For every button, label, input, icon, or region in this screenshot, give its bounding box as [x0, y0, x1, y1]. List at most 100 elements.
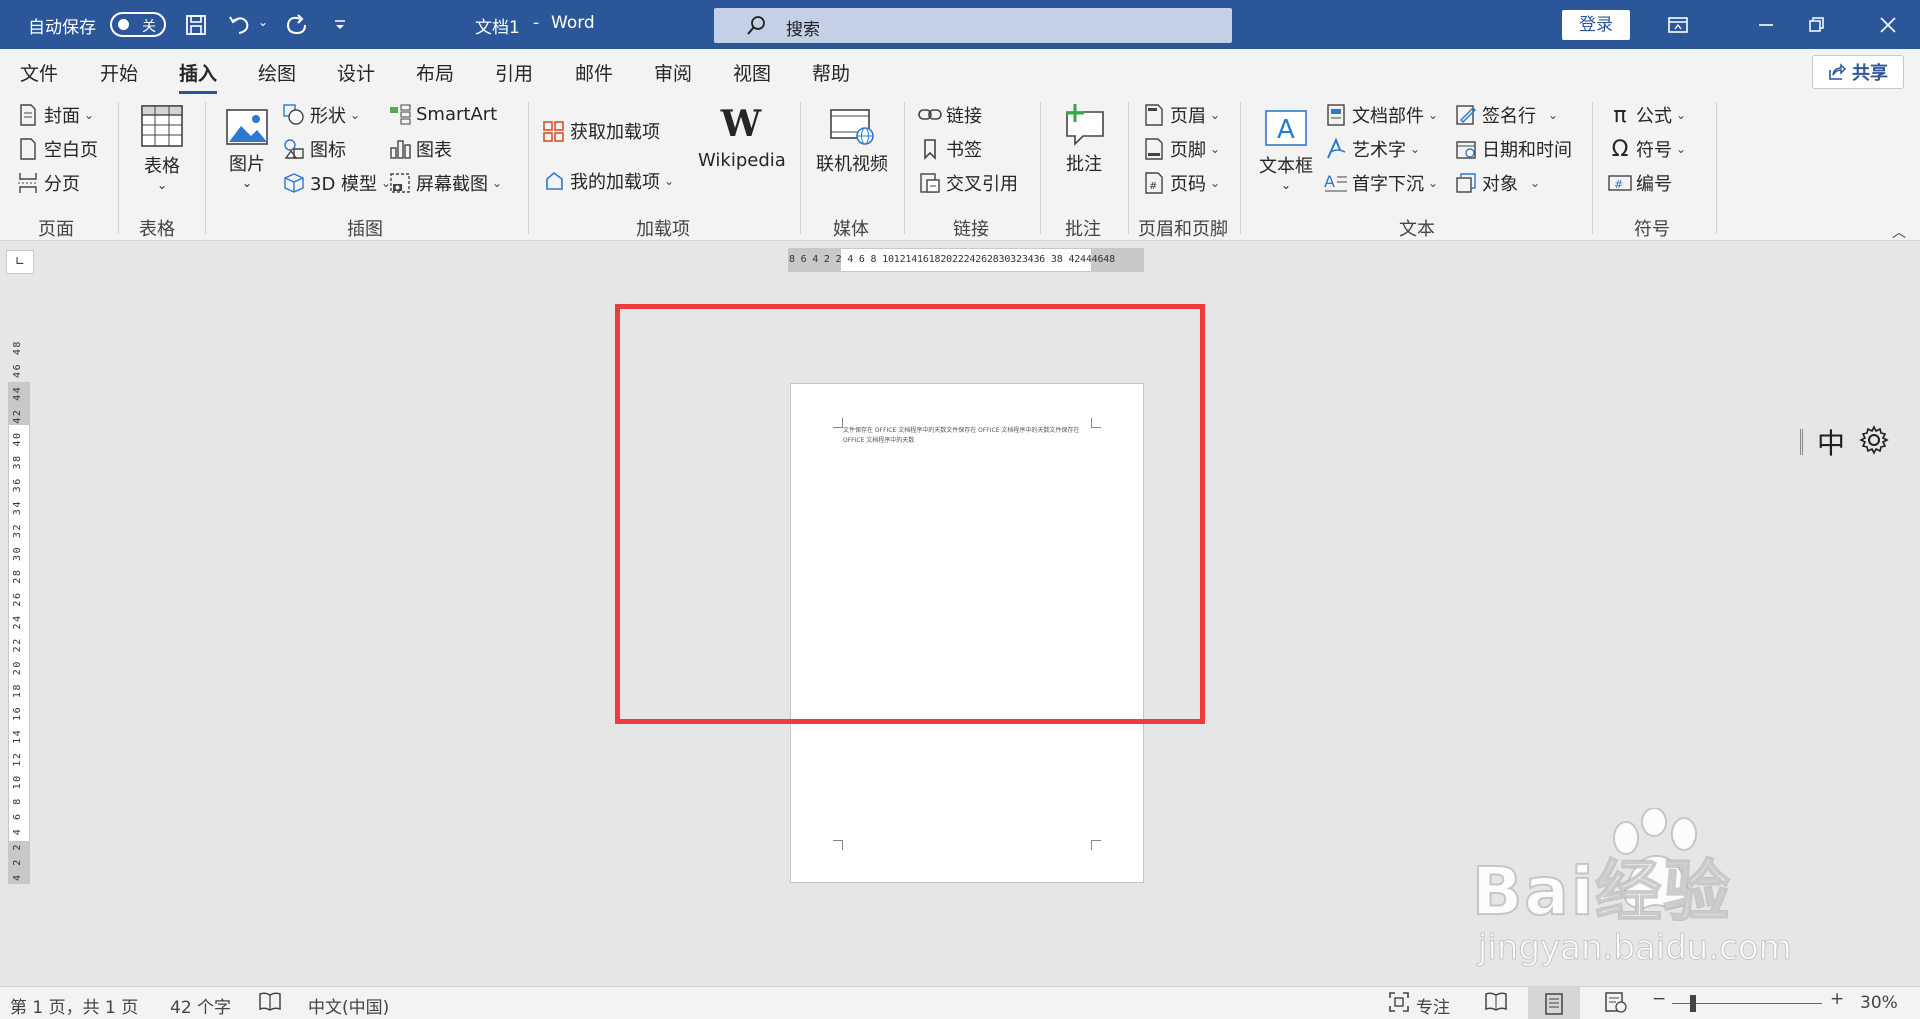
tab-home[interactable]: 开始: [100, 59, 138, 86]
video-icon: [830, 109, 874, 145]
tab-review[interactable]: 审阅: [654, 59, 692, 86]
tab-file[interactable]: 文件: [20, 59, 58, 86]
web-layout-icon[interactable]: [1604, 991, 1628, 1018]
customize-toolbar-icon[interactable]: [324, 9, 356, 41]
header-button[interactable]: 页眉 ⌄: [1142, 102, 1220, 128]
word-count[interactable]: 42 个字: [170, 993, 231, 1018]
page-number-button[interactable]: # 页码 ⌄: [1142, 170, 1220, 196]
3d-models-button[interactable]: 3D 模型 ⌄: [282, 170, 391, 196]
horizontal-ruler[interactable]: 8 6 4 2 2 4 6 8 101214161820222426283032…: [788, 248, 1144, 272]
tab-insert[interactable]: 插入: [179, 59, 218, 95]
save-icon[interactable]: [180, 9, 212, 41]
undo-icon[interactable]: [224, 9, 256, 41]
get-addins-label: 获取加载项: [570, 122, 660, 143]
tab-layout[interactable]: 布局: [416, 59, 454, 86]
link-button[interactable]: 链接: [918, 102, 982, 128]
redo-icon[interactable]: [280, 9, 312, 41]
ribbon-display-options-icon[interactable]: [1662, 9, 1694, 41]
picture-button[interactable]: 图片 ⌄: [222, 108, 272, 190]
wikipedia-button[interactable]: W Wikipedia: [698, 102, 786, 171]
number-button[interactable]: # 编号: [1608, 170, 1672, 196]
share-button[interactable]: 共享: [1812, 55, 1904, 89]
smartart-button[interactable]: SmartArt: [388, 102, 497, 126]
date-time-label: 日期和时间: [1482, 140, 1572, 161]
tab-references[interactable]: 引用: [495, 59, 533, 86]
object-button[interactable]: 对象 ⌄: [1454, 170, 1540, 196]
autosave-toggle[interactable]: 关: [110, 12, 166, 37]
quick-parts-icon: [1324, 103, 1348, 127]
tab-view[interactable]: 视图: [733, 59, 771, 86]
ime-drag-handle[interactable]: [1800, 429, 1803, 455]
header-label: 页眉: [1170, 106, 1206, 127]
equation-button[interactable]: π 公式 ⌄: [1608, 102, 1686, 128]
table-button[interactable]: 表格 ⌄: [138, 104, 186, 192]
tab-help[interactable]: 帮助: [812, 59, 850, 86]
wikipedia-icon: W: [720, 103, 762, 145]
ime-mode-indicator[interactable]: 中: [1817, 422, 1845, 462]
focus-label[interactable]: 专注: [1416, 993, 1450, 1018]
table-icon: [141, 105, 183, 147]
tab-draw[interactable]: 绘图: [258, 59, 296, 86]
page-break-button[interactable]: 分页: [16, 170, 80, 196]
zoom-level[interactable]: 30%: [1860, 993, 1898, 1013]
text-box-button[interactable]: A 文本框 ⌄: [1256, 108, 1316, 192]
gear-icon[interactable]: [1859, 425, 1889, 459]
zoom-slider-thumb[interactable]: [1690, 995, 1696, 1012]
screenshot-button[interactable]: 屏幕截图 ⌄: [388, 170, 502, 196]
store-icon: [542, 119, 566, 143]
tab-selector-icon[interactable]: ∟: [6, 250, 34, 274]
chevron-down-icon: ⌄: [1676, 108, 1687, 122]
icons-button[interactable]: 图标: [282, 136, 346, 162]
blank-page-button[interactable]: 空白页: [16, 136, 98, 162]
share-label: 共享: [1852, 63, 1888, 84]
chevron-down-icon: ⌄: [1210, 176, 1221, 190]
print-layout-button[interactable]: [1528, 987, 1580, 1019]
title-separator: -: [533, 13, 540, 33]
quick-parts-button[interactable]: 文档部件 ⌄: [1324, 102, 1438, 128]
wordart-button[interactable]: 艺术字 ⌄: [1324, 136, 1420, 162]
shapes-icon: [282, 103, 306, 127]
cover-page-icon: [16, 103, 40, 127]
date-time-button[interactable]: 日期和时间: [1454, 136, 1572, 162]
language-indicator[interactable]: 中文(中国): [308, 993, 389, 1018]
signature-line-button[interactable]: 签名行 ⌄: [1454, 102, 1558, 128]
comment-button[interactable]: 批注: [1056, 102, 1112, 176]
proofing-icon[interactable]: [258, 991, 282, 1018]
symbol-button[interactable]: Ω 符号 ⌄: [1608, 136, 1686, 162]
link-icon: [918, 103, 942, 127]
title-bar: 自动保存 关 ⌄ 文档1 - Word 搜索 登录: [0, 0, 1920, 49]
group-separator: [1592, 102, 1593, 234]
group-separator: [205, 102, 206, 234]
undo-dropdown-icon[interactable]: ⌄: [258, 15, 268, 29]
group-separator: [528, 102, 529, 234]
online-video-button[interactable]: 联机视频: [814, 108, 890, 176]
cover-page-button[interactable]: 封面 ⌄: [16, 102, 94, 128]
tab-design[interactable]: 设计: [337, 59, 375, 86]
get-addins-button[interactable]: 获取加载项: [542, 118, 660, 144]
login-button[interactable]: 登录: [1562, 10, 1630, 40]
focus-icon[interactable]: [1388, 991, 1410, 1018]
vertical-ruler[interactable]: 4 2 2 4 6 8 10 12 14 16 18 20 22 24 26 2…: [8, 340, 30, 884]
tab-mailings[interactable]: 邮件: [575, 59, 613, 86]
zoom-in-button[interactable]: +: [1830, 989, 1844, 1009]
my-addins-button[interactable]: 我的加载项 ⌄: [542, 168, 674, 194]
my-addins-label: 我的加载项: [570, 172, 660, 193]
icons-icon: [282, 137, 306, 161]
search-box[interactable]: 搜索: [714, 8, 1232, 43]
chart-button[interactable]: 图表: [388, 136, 452, 162]
minimize-icon[interactable]: [1750, 9, 1782, 41]
page-break-icon: [16, 171, 40, 195]
picture-icon: [226, 109, 268, 145]
cross-reference-button[interactable]: 交叉引用: [918, 170, 1018, 196]
collapse-ribbon-icon[interactable]: ︿: [1892, 222, 1906, 242]
zoom-out-button[interactable]: −: [1652, 989, 1666, 1009]
shapes-button[interactable]: 形状 ⌄: [282, 102, 360, 128]
drop-cap-button[interactable]: A 首字下沉 ⌄: [1324, 170, 1438, 196]
close-icon[interactable]: [1872, 9, 1904, 41]
bookmark-button[interactable]: 书签: [918, 136, 982, 162]
page-info[interactable]: 第 1 页，共 1 页: [10, 993, 138, 1018]
footer-button[interactable]: 页脚 ⌄: [1142, 136, 1220, 162]
chart-icon: [388, 137, 412, 161]
read-mode-icon[interactable]: [1484, 991, 1508, 1018]
restore-icon[interactable]: [1800, 9, 1832, 41]
